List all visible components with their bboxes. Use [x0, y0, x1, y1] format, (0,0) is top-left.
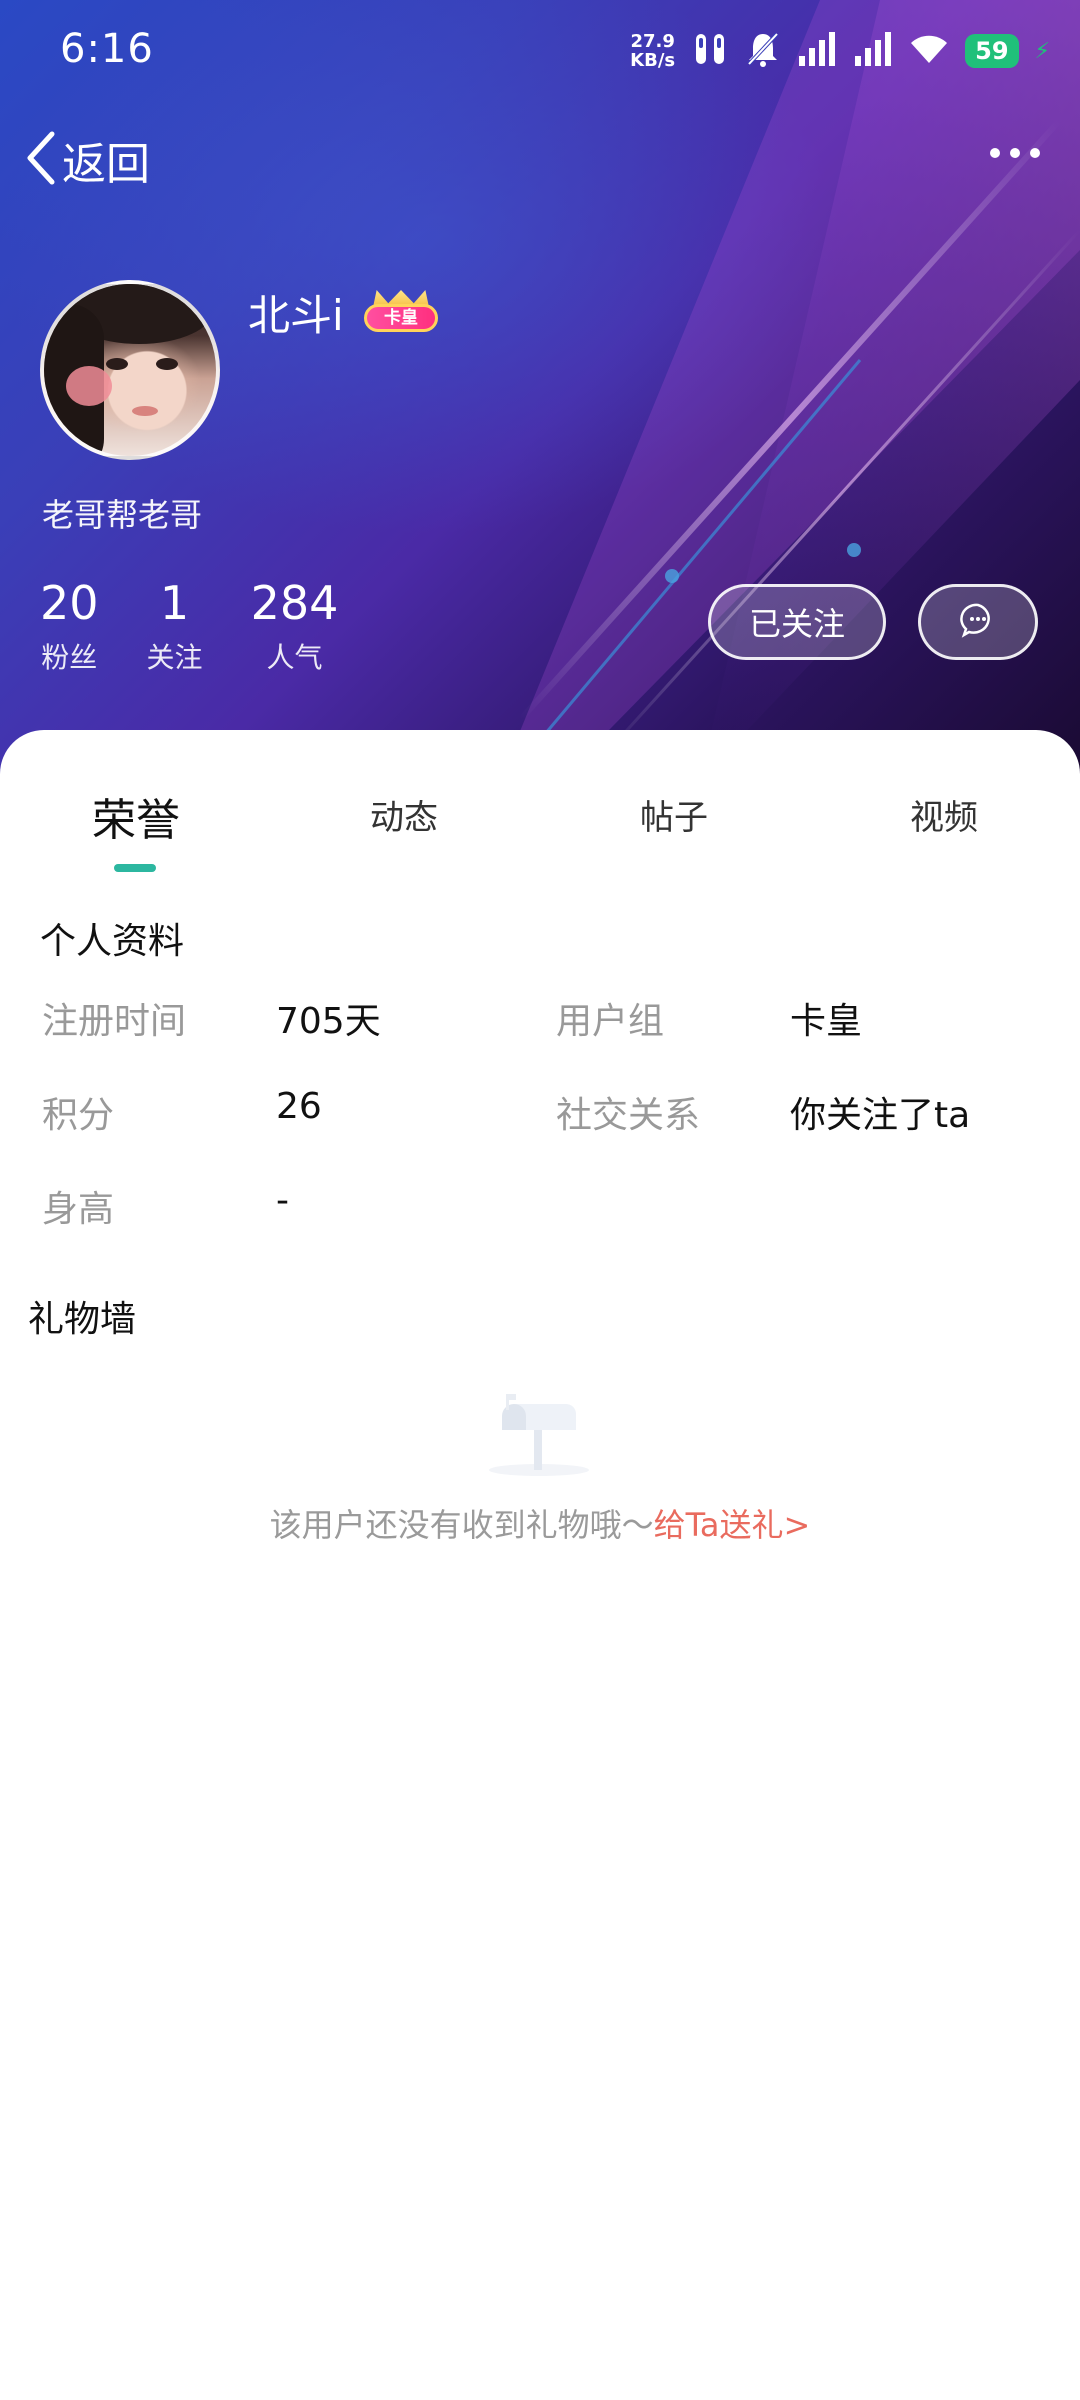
info-label-register-time: 注册时间: [42, 1001, 187, 1042]
info-label-height: 身高: [42, 1189, 115, 1230]
back-button[interactable]: 返回: [24, 128, 150, 192]
status-time: 6:16: [60, 26, 154, 72]
status-icons: 27.9 KB/s 59 ⚡: [630, 28, 1050, 74]
tab-videos[interactable]: 视频: [910, 790, 978, 839]
user-signature: 老哥帮老哥: [42, 496, 203, 534]
network-speed-value: 27.9: [630, 31, 675, 52]
charging-icon: ⚡: [1034, 38, 1050, 64]
wifi-icon: [909, 33, 949, 69]
signal-icon: [797, 32, 837, 70]
status-bar: 6:16 27.9 KB/s 59 ⚡: [0, 0, 1080, 100]
chat-bubble-icon: [960, 602, 996, 642]
info-value-user-group: 卡皇: [790, 1001, 863, 1042]
info-value-social-relation: 你关注了ta: [790, 1095, 971, 1136]
vip-badge: 卡皇: [364, 290, 438, 334]
tab-posts[interactable]: 帖子: [640, 790, 708, 839]
gift-wall-empty-state: 该用户还没有收到礼物哦～给Ta送礼>: [0, 1500, 1080, 1546]
stat-following[interactable]: 1 关注: [147, 578, 203, 676]
message-button[interactable]: [918, 584, 1038, 660]
back-label: 返回: [62, 139, 150, 190]
tab-activity[interactable]: 动态: [370, 790, 438, 839]
profile-tabs: 荣誉 动态 帖子 视频: [0, 790, 1080, 870]
stat-popularity-value: 284: [250, 576, 339, 630]
chevron-left-icon: [24, 130, 58, 190]
personal-info-title: 个人资料: [40, 921, 185, 962]
mute-bell-icon: [745, 30, 781, 72]
network-speed: 27.9 KB/s: [630, 32, 675, 70]
info-value-register-time: 705天: [276, 1001, 381, 1042]
avatar[interactable]: [40, 280, 220, 460]
gift-wall-title: 礼物墙: [28, 1299, 137, 1340]
mailbox-icon: [484, 1390, 594, 1480]
gift-empty-text: 该用户还没有收到礼物哦～: [269, 1506, 654, 1544]
info-value-height: -: [276, 1180, 289, 1221]
signal-icon-2: [853, 32, 893, 70]
stat-following-label: 关注: [146, 641, 203, 674]
profile-content-card: 荣誉 动态 帖子 视频: [0, 730, 1080, 2400]
info-label-points: 积分: [42, 1095, 115, 1136]
stat-fans-value: 20: [40, 576, 99, 630]
stat-following-value: 1: [159, 576, 190, 630]
username: 北斗i: [248, 291, 344, 340]
battery-indicator: 59: [965, 34, 1019, 68]
follow-button[interactable]: 已关注: [708, 584, 886, 660]
info-label-social-relation: 社交关系: [556, 1095, 701, 1136]
stat-popularity[interactable]: 284 人气: [251, 578, 339, 676]
profile-stats: 20 粉丝 1 关注 284 人气: [40, 578, 338, 676]
info-value-points: 26: [276, 1086, 322, 1127]
send-gift-link[interactable]: 给Ta送礼>: [654, 1506, 811, 1544]
stat-fans[interactable]: 20 粉丝: [40, 578, 99, 676]
stat-popularity-label: 人气: [266, 641, 323, 674]
active-tab-indicator: [114, 864, 156, 872]
more-options-icon[interactable]: [990, 148, 1040, 158]
network-speed-unit: KB/s: [630, 50, 676, 71]
tab-honor[interactable]: 荣誉: [92, 784, 180, 848]
info-label-user-group: 用户组: [556, 1001, 665, 1042]
vip-badge-label: 卡皇: [364, 304, 438, 332]
earbuds-icon: [691, 30, 729, 72]
stat-fans-label: 粉丝: [41, 641, 98, 674]
